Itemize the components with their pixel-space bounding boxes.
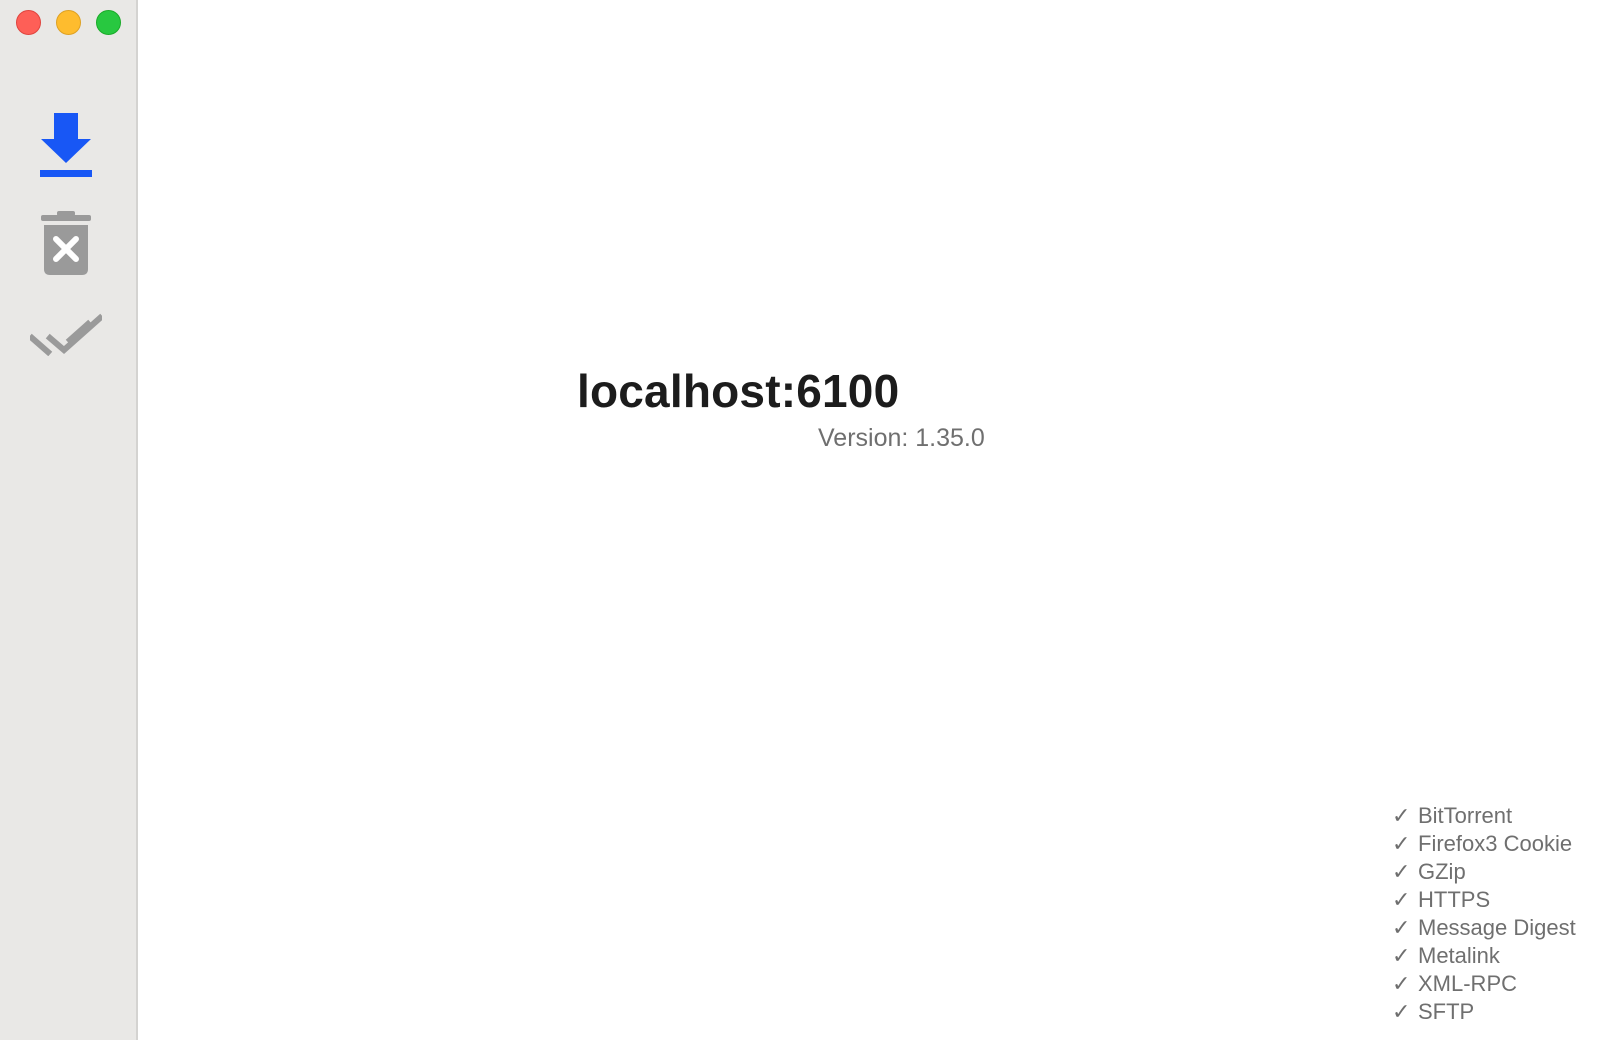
check-icon: ✓ — [1392, 943, 1411, 968]
check-icon: ✓ — [1392, 999, 1411, 1024]
feature-label: XML-RPC — [1418, 971, 1518, 996]
feature-label: SFTP — [1418, 999, 1475, 1024]
version-label: Version: 1.35.0 — [818, 424, 985, 452]
check-icon: ✓ — [1392, 859, 1411, 884]
feature-item: ✓ Firefox3 Cookie — [1392, 830, 1576, 858]
feature-item: ✓ XML-RPC — [1392, 970, 1576, 998]
feature-label: BitTorrent — [1418, 803, 1513, 828]
host-title: localhost:6100 — [577, 365, 900, 417]
app-window: localhost:6100 Version: 1.35.0 ✓ BitTorre… — [0, 0, 1600, 1040]
minimize-window-button[interactable] — [56, 10, 81, 35]
check-icon: ✓ — [1392, 915, 1411, 940]
feature-item: ✓ SFTP — [1392, 998, 1576, 1026]
check-icon: ✓ — [1392, 803, 1411, 828]
feature-label: GZip — [1418, 859, 1466, 884]
feature-label: Metalink — [1418, 943, 1500, 968]
close-window-button[interactable] — [16, 10, 41, 35]
window-controls — [16, 10, 121, 35]
trash-remove-icon — [41, 211, 91, 275]
feature-list: ✓ BitTorrent ✓ Firefox3 Cookie ✓ GZip ✓ HTTP… — [1392, 802, 1576, 1026]
feature-label: Message Digest — [1418, 915, 1576, 940]
feature-item: ✓ Metalink — [1392, 942, 1576, 970]
check-icon: ✓ — [1392, 831, 1411, 856]
double-check-icon — [30, 313, 102, 356]
feature-item: ✓ HTTPS — [1392, 886, 1576, 914]
feature-item: ✓ Message Digest — [1392, 914, 1576, 942]
mark-all-complete-button[interactable] — [27, 295, 105, 373]
zoom-window-button[interactable] — [96, 10, 121, 35]
check-icon: ✓ — [1392, 887, 1411, 912]
feature-label: HTTPS — [1418, 887, 1491, 912]
add-download-button[interactable] — [27, 107, 105, 185]
feature-item: ✓ GZip — [1392, 858, 1576, 886]
main-content: localhost:6100 Version: 1.35.0 ✓ BitTorre… — [138, 0, 1600, 1040]
download-icon — [40, 113, 92, 177]
feature-label: Firefox3 Cookie — [1418, 831, 1573, 856]
check-icon: ✓ — [1392, 971, 1411, 996]
feature-item: ✓ BitTorrent — [1392, 802, 1576, 830]
clear-downloads-button[interactable] — [27, 204, 105, 282]
sidebar — [0, 0, 138, 1040]
